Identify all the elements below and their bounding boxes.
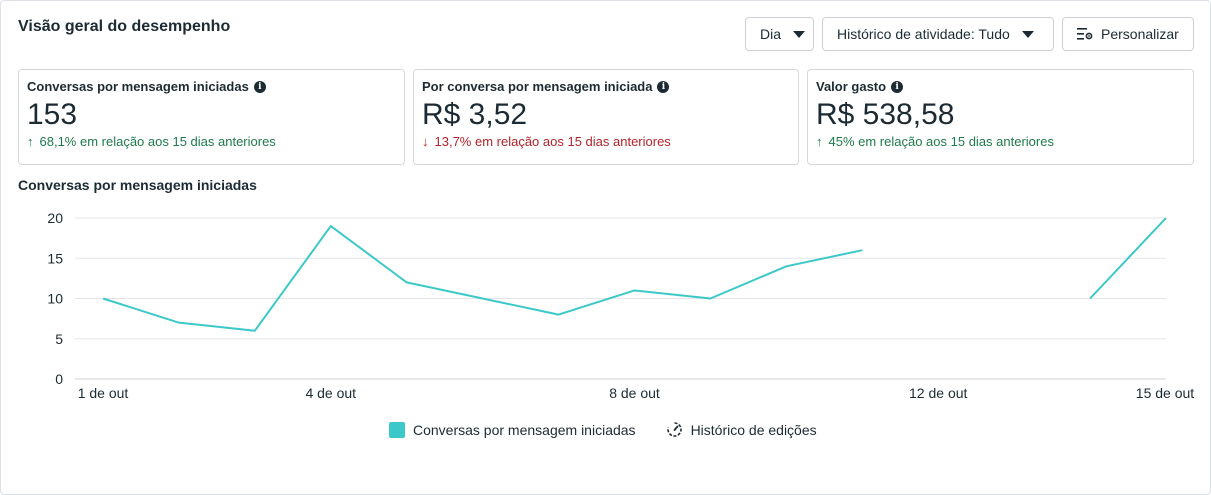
period-dropdown-label: Dia — [760, 26, 782, 42]
line-chart: 0 5 10 15 20 1 de out 4 de out 8 de out 12 de ou… — [47, 210, 1194, 401]
info-icon[interactable]: i — [253, 80, 266, 93]
kpi-card-delta-text: 13,7% em relação aos 15 dias anteriores — [434, 134, 671, 149]
x-tick-label: 1 de out — [78, 385, 129, 401]
info-icon[interactable]: i — [891, 80, 904, 93]
period-dropdown[interactable]: Dia — [745, 17, 814, 51]
x-tick-label: 15 de out — [1136, 385, 1194, 401]
kpi-card-delta: ↓ 13,7% em relação aos 15 dias anteriore… — [422, 134, 790, 149]
data-point[interactable] — [401, 276, 413, 288]
kpi-card-value: R$ 538,58 — [816, 98, 955, 131]
data-point[interactable] — [629, 284, 641, 296]
data-point[interactable] — [553, 309, 565, 321]
kpi-card-title: Valor gasto — [816, 79, 887, 94]
kpi-card-value: R$ 3,52 — [422, 98, 528, 131]
kpi-card-title-row: Por conversa por mensagem iniciada i — [422, 79, 790, 94]
data-point[interactable] — [856, 244, 868, 256]
activity-history-label: Histórico de atividade: Tudo — [837, 26, 1010, 42]
customize-button[interactable]: Personalizar — [1062, 17, 1194, 51]
series-line — [102, 225, 863, 332]
data-point[interactable] — [477, 293, 489, 305]
caret-down-icon — [793, 30, 806, 38]
kpi-card-amount-spent[interactable]: Valor gasto i R$ 538,58 ↑ 45% em relação… — [807, 69, 1194, 165]
kpi-card-delta: ↑ 45% em relação aos 15 dias anteriores — [816, 134, 1185, 149]
page-title: Visão geral do desempenho — [18, 18, 231, 35]
x-tick-label: 12 de out — [909, 385, 967, 401]
legend-series-label: Conversas por mensagem iniciadas — [413, 421, 636, 438]
y-tick-label: 5 — [55, 331, 63, 347]
y-tick-label: 10 — [47, 291, 63, 307]
caret-down-icon — [1021, 30, 1034, 38]
kpi-card-cost-per-conversation[interactable]: Por conversa por mensagem iniciada i R$ … — [413, 69, 799, 165]
legend-history-label: Histórico de edições — [690, 421, 817, 438]
customize-settings-icon — [1077, 28, 1093, 40]
performance-overview-panel: Visão geral do desempenho Dia Histórico … — [0, 0, 1211, 495]
arrow-up-icon: ↑ — [27, 134, 34, 149]
data-point[interactable] — [249, 325, 261, 337]
kpi-card-delta-text: 68,1% em relação aos 15 dias anteriores — [39, 134, 276, 149]
y-tick-label: 0 — [55, 371, 63, 387]
kpi-card-delta: ↑ 68,1% em relação aos 15 dias anteriore… — [27, 134, 396, 149]
edit-history-icon — [666, 422, 682, 437]
kpi-card-title: Conversas por mensagem iniciadas — [27, 79, 249, 94]
data-point[interactable] — [325, 220, 337, 232]
legend-item-edit-history[interactable]: Histórico de edições — [666, 421, 817, 438]
y-tick-label: 15 — [47, 250, 63, 266]
kpi-card-title-row: Valor gasto i — [816, 79, 1185, 94]
data-point[interactable] — [173, 317, 185, 329]
kpi-card-title-row: Conversas por mensagem iniciadas i — [27, 79, 396, 94]
kpi-card-value: 153 — [27, 98, 78, 131]
kpi-card-conversations[interactable]: Conversas por mensagem iniciadas i 153 ↑… — [18, 69, 405, 165]
kpi-card-delta-text: 45% em relação aos 15 dias anteriores — [828, 134, 1054, 149]
y-tick-label: 20 — [47, 210, 63, 226]
x-tick-label: 4 de out — [305, 385, 356, 401]
chart-title: Conversas por mensagem iniciadas — [18, 177, 257, 193]
info-icon[interactable]: i — [657, 80, 670, 93]
legend-swatch — [389, 421, 405, 438]
x-tick-label: 8 de out — [609, 385, 660, 401]
arrow-up-icon: ↑ — [816, 134, 823, 149]
data-point[interactable] — [97, 293, 109, 305]
activity-history-dropdown[interactable]: Histórico de atividade: Tudo — [822, 17, 1054, 51]
arrow-down-icon: ↓ — [422, 134, 429, 149]
data-point[interactable] — [780, 260, 792, 272]
kpi-card-title: Por conversa por mensagem iniciada — [422, 79, 653, 94]
legend-item-series[interactable]: Conversas por mensagem iniciadas — [389, 421, 636, 438]
customize-label: Personalizar — [1101, 26, 1179, 42]
chart-legend: Conversas por mensagem iniciadas Históri… — [389, 421, 847, 438]
data-point[interactable] — [704, 293, 716, 305]
data-point[interactable] — [1160, 212, 1172, 224]
data-point[interactable] — [1084, 293, 1096, 305]
